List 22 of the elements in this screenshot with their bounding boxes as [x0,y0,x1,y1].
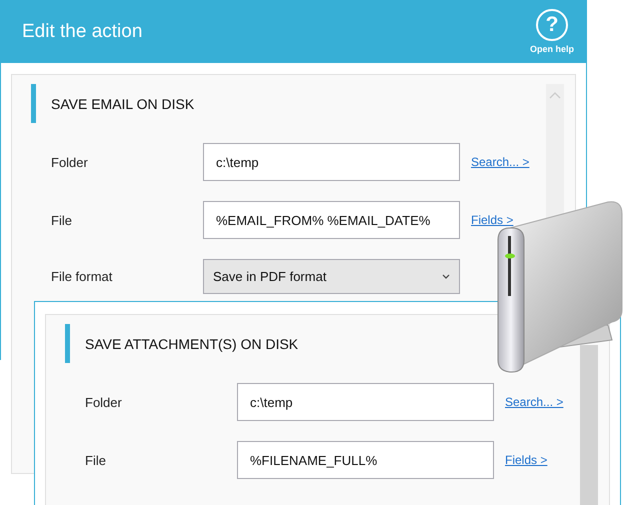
section-title: SAVE ATTACHMENT(S) ON DISK [85,336,298,352]
link[interactable]: Search... > [471,155,530,169]
accent-bar [31,84,36,123]
chevron-up-icon[interactable] [549,92,561,99]
section-title: SAVE EMAIL ON DISK [51,96,194,112]
help-icon: ? [536,9,568,41]
input-field[interactable]: c:\temp [203,143,460,181]
link[interactable]: Fields > [471,213,514,227]
dropdown[interactable]: Save in PDF format [203,259,460,294]
field-label: File format [51,269,114,284]
field-label: Folder [51,154,89,170]
window-title: Edit the action [22,20,142,42]
field-label: File [85,452,107,468]
field-label: File [51,212,73,228]
input-field[interactable]: %FILENAME_FULL% [237,441,494,479]
input-field[interactable]: c:\temp [237,383,494,421]
chevron-down-icon [442,274,450,279]
accent-bar [65,324,70,363]
link[interactable]: Search... > [505,395,564,409]
link[interactable]: Fields > [505,453,548,467]
input-field[interactable]: %EMAIL_FROM% %EMAIL_DATE% [203,201,460,239]
field-label: Folder [85,394,123,410]
